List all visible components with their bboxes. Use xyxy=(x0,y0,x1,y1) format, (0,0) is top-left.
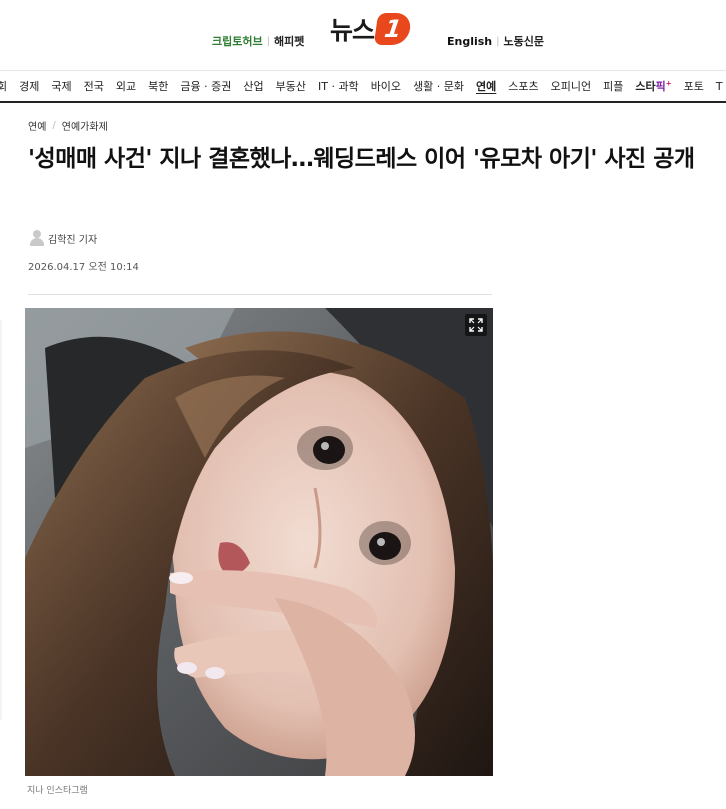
nav-item[interactable]: 피플 xyxy=(597,78,629,94)
nav-item[interactable]: 오피니언 xyxy=(545,78,597,94)
article-headline: '성매매 사건' 지나 결혼했나…웨딩드레스 이어 '유모차 아기' 사진 공개 xyxy=(28,146,695,172)
crypto-hub-link[interactable]: 크립토허브 xyxy=(212,33,263,49)
nav-item[interactable]: 회 xyxy=(0,78,13,94)
breadcrumb-separator: / xyxy=(52,120,56,131)
separator: | xyxy=(266,35,270,47)
author-name: 김학진 기자 xyxy=(48,234,98,246)
nav-item[interactable]: 스타픽+ xyxy=(629,78,677,94)
page-edge xyxy=(0,320,2,720)
nav-item-mark: + xyxy=(665,79,672,88)
nav-item[interactable]: 전국 xyxy=(78,78,110,94)
expand-icon[interactable] xyxy=(465,314,487,336)
separator: | xyxy=(496,35,500,47)
nav-item[interactable]: 금융 · 증권 xyxy=(174,78,237,94)
nav-item[interactable]: 포토 xyxy=(678,78,710,94)
header-right-links: English | 노동신문 xyxy=(447,33,544,49)
nav-item[interactable]: 스포츠 xyxy=(502,78,544,94)
nav-item[interactable]: T xyxy=(710,80,726,93)
article-author[interactable]: 김학진 기자 xyxy=(30,230,97,246)
logo-word: 뉴스 xyxy=(330,16,375,45)
photo-illustration xyxy=(25,308,493,776)
nav-item[interactable]: 북한 xyxy=(142,78,174,94)
labor-newspaper-link[interactable]: 노동신문 xyxy=(504,33,544,49)
nav-item-suffix: 픽 xyxy=(655,80,666,93)
person-icon xyxy=(30,230,44,246)
logo-badge: 1 xyxy=(373,13,413,45)
nav-item[interactable]: 산업 xyxy=(237,78,269,94)
divider xyxy=(28,294,492,295)
main-nav: 회경제국제전국외교북한금융 · 증권산업부동산IT · 과학바이오생활 · 문화… xyxy=(0,70,726,103)
nav-item[interactable]: 외교 xyxy=(110,78,142,94)
english-link[interactable]: English xyxy=(447,35,492,48)
nav-item[interactable]: 바이오 xyxy=(365,78,407,94)
header-left-links: 크립토허브 | 해피펫 xyxy=(212,33,304,49)
nav-item[interactable]: 국제 xyxy=(45,78,77,94)
nav-item[interactable]: 생활 · 문화 xyxy=(407,78,470,94)
article-datetime: 2026.04.17 오전 10:14 xyxy=(28,262,139,273)
photo-caption: 지나 인스타그램 xyxy=(27,786,88,796)
site-logo[interactable]: 뉴스 1 xyxy=(330,10,413,48)
nav-item[interactable]: 연예 xyxy=(470,78,502,94)
breadcrumb-subsection[interactable]: 연예가화제 xyxy=(62,118,108,133)
nav-item[interactable]: 경제 xyxy=(13,78,45,94)
nav-item[interactable]: IT · 과학 xyxy=(312,78,365,94)
nav-item-label: 스타 xyxy=(635,80,656,93)
article-photo[interactable] xyxy=(25,308,493,776)
breadcrumb-section[interactable]: 연예 xyxy=(28,118,46,133)
site-header: 크립토허브 | 해피펫 뉴스 1 English | 노동신문 xyxy=(0,0,726,70)
nav-item[interactable]: 부동산 xyxy=(270,78,312,94)
happy-pet-link[interactable]: 해피펫 xyxy=(274,33,304,49)
breadcrumb: 연예 / 연예가화제 xyxy=(28,118,108,133)
